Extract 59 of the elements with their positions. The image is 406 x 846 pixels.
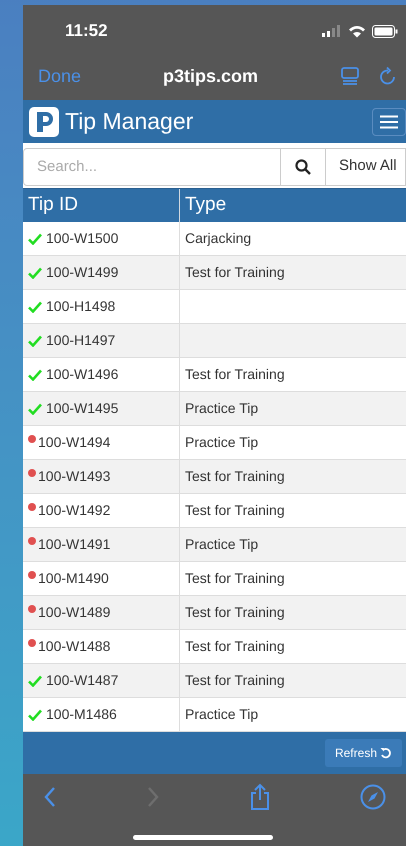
- table-cell-text: Carjacking: [184, 229, 252, 248]
- table-cell-text: Practice Tip: [184, 399, 260, 418]
- table-cell: 100-M1490: [23, 562, 180, 595]
- table-cell: 100-W1494: [23, 426, 180, 459]
- done-button[interactable]: Done: [38, 62, 82, 90]
- check-icon: [28, 402, 42, 414]
- refresh-button[interactable]: Refresh: [324, 739, 402, 767]
- menu-icon: [380, 114, 398, 128]
- table-cell-text: Practice Tip: [184, 705, 260, 724]
- search-icon: [295, 158, 311, 174]
- table-cell-text: Test for Training: [184, 467, 286, 486]
- undo-icon: [380, 747, 392, 759]
- table-cell-text: Practice Tip: [184, 433, 260, 452]
- logo-icon: [29, 106, 59, 136]
- check-icon: [28, 266, 42, 278]
- table-cell: 100-H1497: [23, 324, 180, 357]
- check-icon: [28, 674, 42, 686]
- check-icon: [28, 334, 42, 346]
- table-cell-text: Test for Training: [184, 637, 286, 656]
- table-cell: 100-W1492: [23, 494, 180, 527]
- table-cell: 100-W1491: [23, 528, 180, 561]
- table-cell: 100-W1487: [23, 664, 180, 697]
- menu-button[interactable]: [372, 108, 406, 136]
- column-header: Type: [184, 193, 228, 218]
- reader-icon[interactable]: [340, 66, 360, 86]
- table-cell-text: Test for Training: [184, 603, 286, 622]
- table-cell-text: Test for Training: [184, 569, 286, 588]
- table-cell: 100-W1496: [23, 358, 180, 391]
- battery-icon: [372, 24, 398, 38]
- check-icon: [28, 300, 42, 312]
- compass-icon[interactable]: [360, 784, 386, 810]
- table-cell: 100-W1499: [23, 256, 180, 289]
- table-cell: 100-W1500: [23, 222, 180, 255]
- url-label: p3tips.com: [163, 64, 258, 88]
- wifi-icon: [348, 24, 366, 38]
- table-cell: 100-W1489: [23, 596, 180, 629]
- check-icon: [28, 232, 42, 244]
- signal-icon: [322, 25, 342, 37]
- table-cell-text: Test for Training: [184, 365, 286, 384]
- table-cell: 100-M1486: [23, 698, 180, 731]
- table-cell: 100-W1488: [23, 630, 180, 663]
- search-button[interactable]: [281, 148, 325, 186]
- table-cell: 100-W1493: [23, 460, 180, 493]
- reload-icon[interactable]: [378, 66, 398, 86]
- status-time: 11:52: [65, 20, 108, 42]
- table-cell-text: Test for Training: [184, 671, 286, 690]
- check-icon: [28, 368, 42, 380]
- table-cell-text: Test for Training: [184, 263, 286, 282]
- check-icon: [28, 708, 42, 720]
- search-field[interactable]: Search...: [23, 148, 281, 186]
- back-icon[interactable]: [43, 786, 57, 808]
- show-all-button[interactable]: Show All: [325, 148, 406, 186]
- table-cell: 100-W1495: [23, 392, 180, 425]
- table-cell: 100-H1498: [23, 290, 180, 323]
- share-icon[interactable]: [249, 783, 271, 811]
- table-cell-text: Practice Tip: [184, 535, 260, 554]
- forward-icon[interactable]: [146, 786, 160, 808]
- table-cell-text: Test for Training: [184, 501, 286, 520]
- app-title: Tip Manager: [65, 107, 194, 136]
